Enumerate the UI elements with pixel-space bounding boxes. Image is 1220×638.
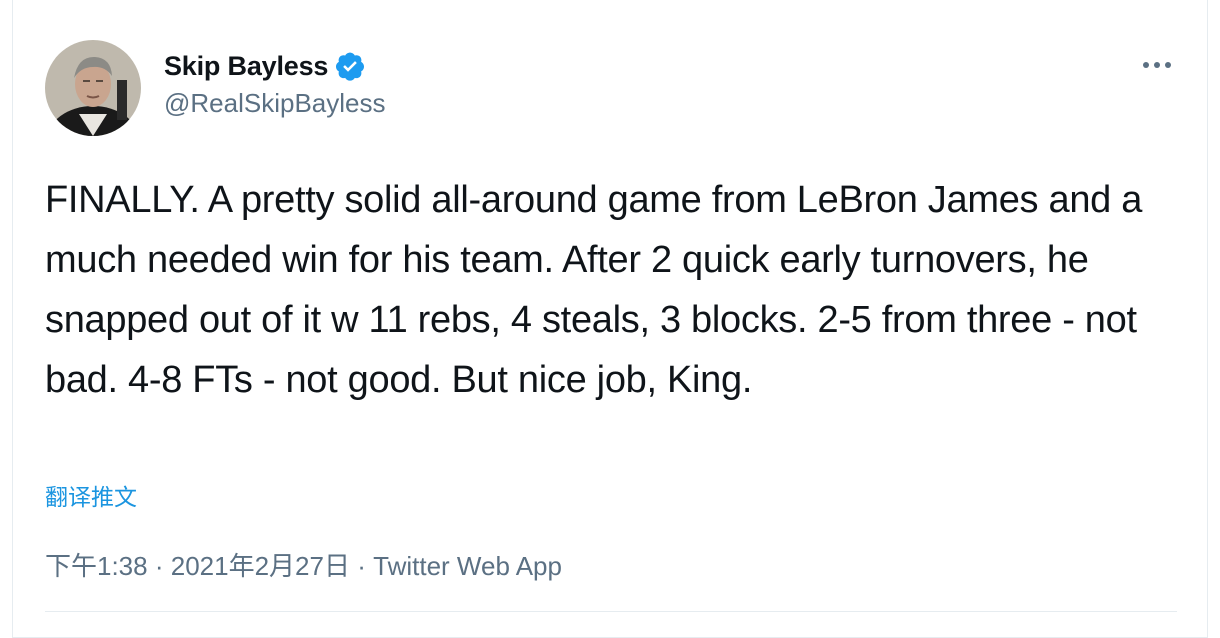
more-options-button[interactable] <box>1139 50 1175 80</box>
verified-badge-icon <box>334 50 366 82</box>
tweet-time[interactable]: 下午1:38 <box>45 551 148 581</box>
tweet-source-app[interactable]: Twitter Web App <box>373 551 562 581</box>
author-name-row[interactable]: Skip Bayless <box>164 48 366 84</box>
tweet-card: Skip Bayless @RealSkipBayless FINALLY. A… <box>12 0 1208 638</box>
author-display-name[interactable]: Skip Bayless <box>164 51 328 82</box>
avatar[interactable] <box>45 40 141 136</box>
tweet-metadata: 下午1:38 · 2021年2月27日 · Twitter Web App <box>45 546 562 583</box>
translate-tweet-link[interactable]: 翻译推文 <box>45 478 137 512</box>
more-horizontal-icon <box>1143 62 1171 68</box>
tweet-text: FINALLY. A pretty solid all-around game … <box>45 179 1143 401</box>
meta-separator: · <box>357 551 366 581</box>
divider <box>45 611 1177 612</box>
author-handle[interactable]: @RealSkipBayless <box>164 88 385 119</box>
meta-separator: · <box>154 551 164 581</box>
tweet-date[interactable]: 2021年2月27日 <box>171 551 350 581</box>
avatar-image <box>45 40 141 136</box>
